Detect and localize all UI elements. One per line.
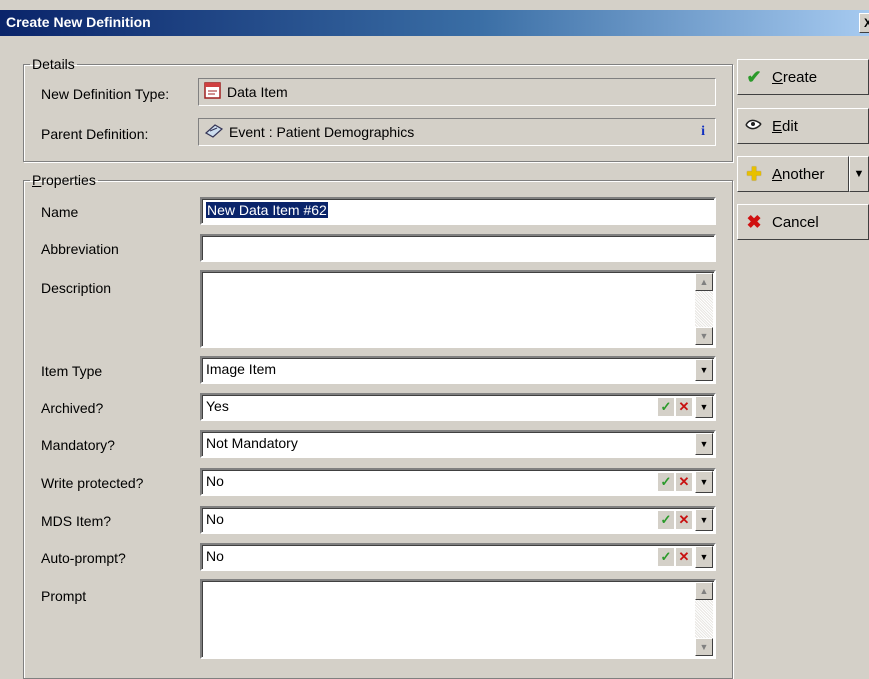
set-yes-check-icon[interactable]: ✓: [658, 511, 674, 529]
scroll-down-arrow-icon[interactable]: ▼: [695, 327, 713, 345]
scroll-down-arrow-icon[interactable]: ▼: [695, 638, 713, 656]
scroll-up-arrow-icon[interactable]: ▲: [695, 582, 713, 600]
dropdown-arrow-icon[interactable]: ▼: [695, 433, 713, 455]
cancel-button-label: Cancel: [772, 213, 819, 231]
create-button-label: Create: [772, 68, 818, 86]
set-no-x-icon[interactable]: ✕: [676, 398, 692, 416]
item-type-select[interactable]: Image Item ▼: [200, 356, 716, 384]
create-button[interactable]: ✔ Create: [737, 59, 869, 95]
mandatory-label: Mandatory?: [41, 437, 115, 453]
mandatory-value: Not Mandatory: [206, 435, 298, 451]
name-input[interactable]: New Data Item #62: [200, 197, 716, 225]
write-protected-select[interactable]: No ✓ ✕ ▼: [200, 468, 716, 496]
set-no-x-icon[interactable]: ✕: [676, 548, 692, 566]
item-type-label: Item Type: [41, 363, 103, 379]
definition-type-field: Data Item: [198, 78, 716, 106]
archived-label: Archived?: [41, 400, 104, 416]
set-no-x-icon[interactable]: ✕: [676, 511, 692, 529]
green-checkmark-icon: ✔: [746, 66, 762, 87]
title-bar[interactable]: Create New Definition X: [0, 10, 869, 36]
parent-definition-field: Event : Patient Demographics i: [198, 118, 716, 146]
edit-button-label: Edit: [772, 117, 798, 135]
set-yes-check-icon[interactable]: ✓: [658, 398, 674, 416]
red-x-icon: ✖: [746, 211, 762, 232]
yellow-plus-icon: ✚: [746, 163, 762, 184]
pencil-icon: [744, 115, 764, 138]
dropdown-arrow-icon[interactable]: ▼: [695, 471, 713, 493]
abbreviation-label: Abbreviation: [41, 241, 119, 257]
data-item-icon: [203, 81, 223, 103]
prompt-textarea[interactable]: ▲ ▼: [200, 579, 716, 659]
auto-prompt-label: Auto-prompt?: [41, 550, 126, 566]
window-title: Create New Definition: [6, 14, 151, 30]
name-value: New Data Item #62: [206, 202, 328, 218]
another-button[interactable]: ✚ Another: [737, 156, 849, 192]
name-label: Name: [41, 204, 79, 220]
write-protected-value: No: [206, 473, 224, 489]
scroll-up-arrow-icon[interactable]: ▲: [695, 273, 713, 291]
archived-value: Yes: [206, 398, 229, 414]
close-button[interactable]: X: [859, 13, 869, 33]
set-no-x-icon[interactable]: ✕: [676, 473, 692, 491]
dropdown-arrow-icon[interactable]: ▼: [695, 359, 713, 381]
event-icon: [203, 122, 225, 143]
prompt-label: Prompt: [41, 588, 87, 604]
another-button-label: Another: [772, 165, 825, 183]
auto-prompt-select[interactable]: No ✓ ✕ ▼: [200, 543, 716, 571]
details-group: Details: [23, 56, 733, 162]
details-legend: Details: [32, 56, 75, 72]
mds-item-select[interactable]: No ✓ ✕ ▼: [200, 506, 716, 534]
mandatory-select[interactable]: Not Mandatory ▼: [200, 430, 716, 458]
dropdown-arrow-icon[interactable]: ▼: [695, 509, 713, 531]
parent-definition-value: Event : Patient Demographics: [229, 124, 415, 140]
edit-button[interactable]: Edit: [737, 108, 869, 144]
properties-legend: Properties: [32, 172, 96, 188]
another-dropdown-arrow-icon[interactable]: ▼: [849, 156, 869, 192]
item-type-value: Image Item: [206, 361, 277, 377]
set-yes-check-icon[interactable]: ✓: [658, 473, 674, 491]
mds-item-value: No: [206, 511, 224, 527]
abbreviation-input[interactable]: [200, 234, 716, 262]
cancel-button[interactable]: ✖ Cancel: [737, 204, 869, 240]
archived-select[interactable]: Yes ✓ ✕ ▼: [200, 393, 716, 421]
dialog-body: Details New Definition Type: Data Item P…: [10, 36, 869, 679]
auto-prompt-value: No: [206, 548, 224, 564]
mds-item-label: MDS Item?: [41, 513, 112, 529]
set-yes-check-icon[interactable]: ✓: [658, 548, 674, 566]
description-scrollbar[interactable]: ▲ ▼: [695, 273, 713, 345]
write-protected-label: Write protected?: [41, 475, 144, 491]
info-icon[interactable]: i: [701, 124, 705, 140]
definition-type-label: New Definition Type:: [41, 86, 170, 102]
parent-definition-label: Parent Definition:: [41, 126, 149, 142]
prompt-scrollbar[interactable]: ▲ ▼: [695, 582, 713, 656]
definition-type-value: Data Item: [227, 84, 288, 100]
description-label: Description: [41, 280, 112, 296]
dropdown-arrow-icon[interactable]: ▼: [695, 546, 713, 568]
description-textarea[interactable]: ▲ ▼: [200, 270, 716, 348]
dropdown-arrow-icon[interactable]: ▼: [695, 396, 713, 418]
